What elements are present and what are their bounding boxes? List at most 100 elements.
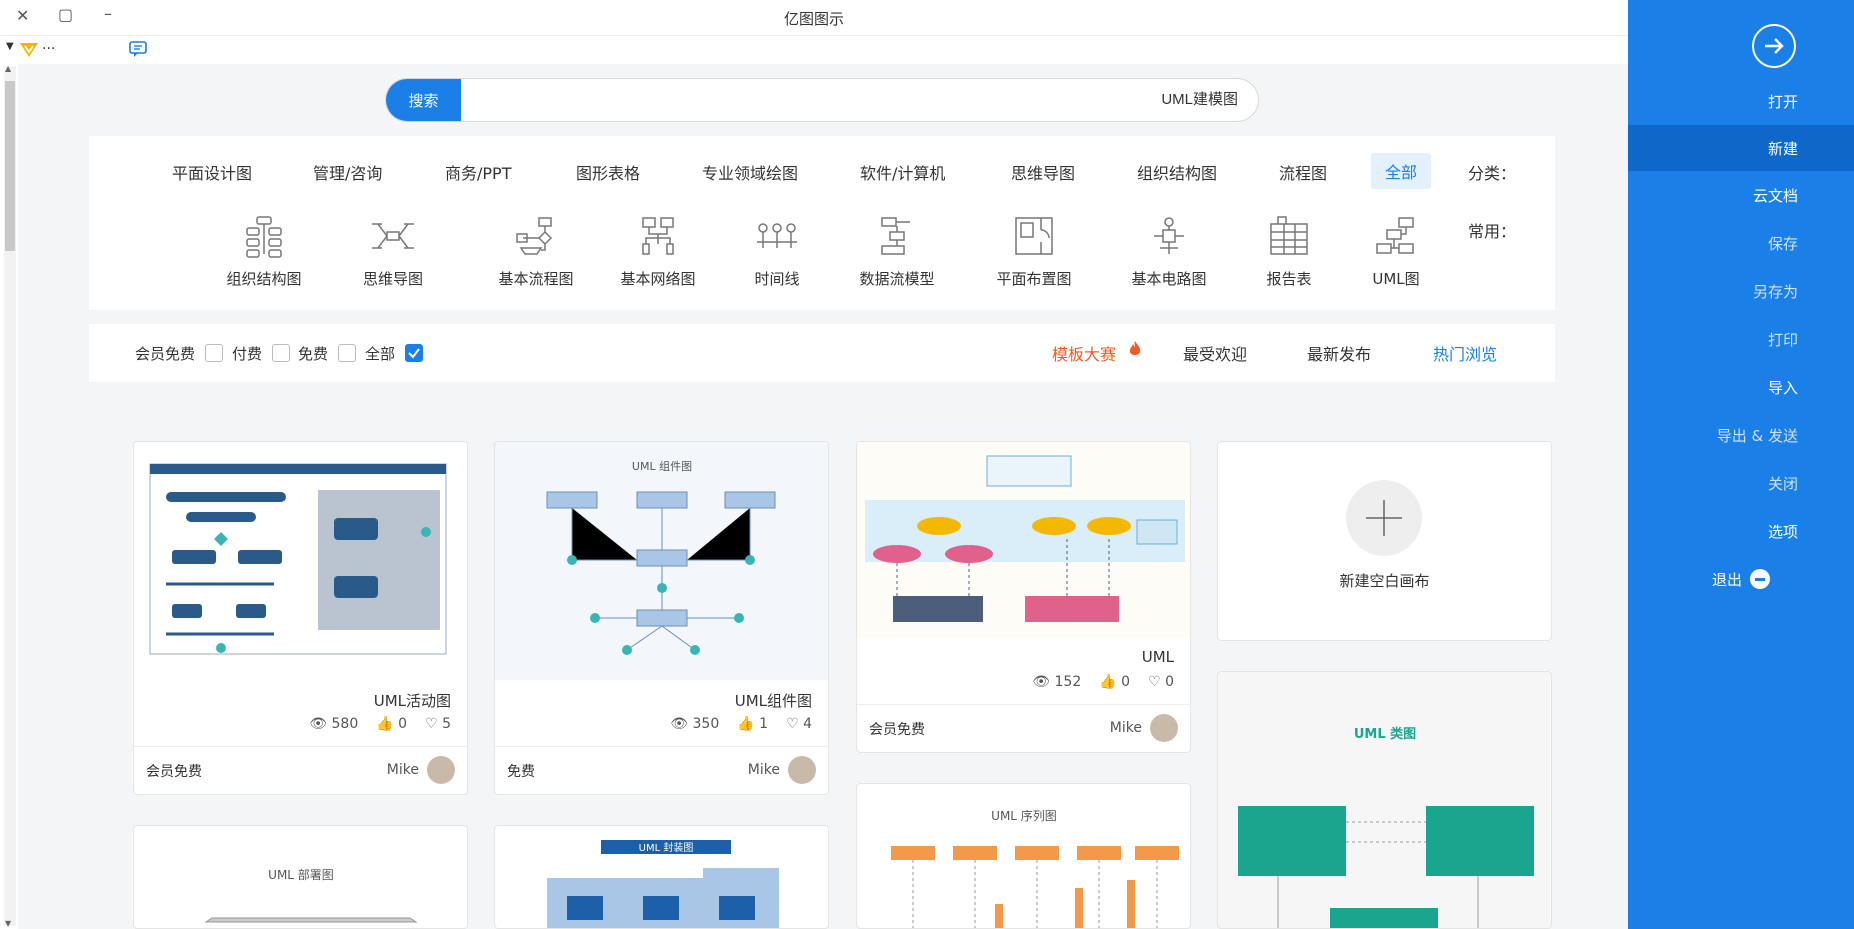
filter-paid-checkbox[interactable] (272, 344, 290, 362)
sidebar-item-cloud[interactable]: 云文档 (1628, 172, 1854, 218)
category-graphic-design[interactable]: 平面设计图 (172, 160, 252, 184)
template-floorplan[interactable]: 平面布置图 (974, 212, 1094, 289)
card-title: UML活动图 (373, 692, 451, 710)
sidebar-item-export[interactable]: 导出 & 发送 (1628, 412, 1854, 458)
favorite-count[interactable]: ♡ 4 (786, 716, 812, 732)
report-table-icon (1229, 212, 1349, 260)
template-label: 平面布置图 (996, 270, 1072, 288)
category-professional[interactable]: 专业领域绘图 (702, 160, 798, 184)
sidebar-item-import[interactable]: 导入 (1628, 364, 1854, 410)
scroll-up-icon[interactable]: ▲ (5, 64, 11, 73)
template-orgchart[interactable]: 组织结构图 (204, 212, 324, 289)
sidebar-item-new[interactable]: 新建 (1628, 125, 1854, 171)
favorite-count[interactable]: ♡ 5 (425, 716, 451, 732)
category-graphic-table[interactable]: 图形表格 (576, 160, 640, 184)
template-card-class[interactable]: UML 类图 (1217, 671, 1552, 929)
more-label[interactable]: ... (42, 37, 55, 53)
vertical-scrollbar[interactable]: ▲ ▼ (4, 64, 16, 928)
scroll-down-icon[interactable]: ▼ (5, 919, 11, 928)
template-circuit[interactable]: 基本电路图 (1109, 212, 1229, 289)
sidebar-item-options[interactable]: 选项 (1628, 508, 1854, 554)
card-thumbnail: UML 组件图 (495, 442, 828, 680)
card-title: UML (1141, 648, 1174, 666)
template-timeline[interactable]: 时间线 (717, 212, 837, 289)
heart-icon: ♡ (1148, 674, 1161, 690)
template-card-sequence[interactable]: UML 序列图 (856, 783, 1191, 929)
tab-contest[interactable]: 模板大赛 (1052, 341, 1116, 365)
template-card-package[interactable]: UML 封装图 (494, 825, 829, 929)
template-label: 数据流模型 (859, 270, 935, 288)
category-all[interactable]: 全部 (1371, 153, 1432, 189)
category-org-chart[interactable]: 组织结构图 (1137, 160, 1217, 184)
favorite-count[interactable]: ♡ 0 (1148, 674, 1174, 690)
filter-free-checkbox[interactable] (338, 344, 356, 362)
thumbs-up-icon: 👍 (737, 716, 755, 732)
eye-icon: 👁 (1032, 674, 1051, 690)
like-count[interactable]: 👍 1 (737, 716, 768, 732)
template-card-deployment[interactable]: UML 部署图 (133, 825, 468, 929)
thumb-title: UML 封装图 (639, 841, 694, 854)
title-bar: ✕ ▢ – 亿图图示 (0, 0, 1628, 36)
price-badge: 会员免费 (146, 764, 202, 780)
circuit-icon (1109, 212, 1229, 260)
orgchart-icon (204, 212, 324, 260)
scrollbar-thumb[interactable] (5, 81, 15, 251)
like-count[interactable]: 👍 0 (1099, 674, 1130, 690)
sidebar-item-exit[interactable]: 退出 (1628, 556, 1854, 602)
message-icon[interactable] (128, 40, 148, 62)
card-footer: Mike 免费 (495, 746, 828, 792)
filter-all-checkbox[interactable] (405, 344, 423, 362)
new-blank-canvas-card[interactable]: 新建空白画布 (1217, 441, 1552, 641)
tab-popular[interactable]: 最受欢迎 (1183, 341, 1247, 365)
new-canvas-label: 新建空白画布 (1339, 572, 1430, 590)
category-software[interactable]: 软件/计算机 (860, 160, 945, 184)
template-label: 报告表 (1266, 270, 1312, 288)
common-label: 常用： (1468, 222, 1517, 241)
sidebar-item-close[interactable]: 关闭 (1628, 460, 1854, 506)
filter-member-label: 会员免费 (135, 345, 196, 363)
template-dataflow[interactable]: 数据流模型 (837, 212, 957, 289)
author[interactable]: Mike (1110, 714, 1178, 742)
sidebar-item-print[interactable]: 打印 (1628, 316, 1854, 362)
category-management[interactable]: 管理/咨询 (313, 160, 382, 184)
card-stats: 👁 580 👍 0 ♡ 5 (309, 716, 451, 732)
author[interactable]: Mike (387, 756, 455, 784)
category-mind-map[interactable]: 思维导图 (1011, 160, 1075, 184)
card-thumbnail (857, 442, 1190, 638)
search-input[interactable] (540, 89, 1240, 108)
vip-icon[interactable] (18, 38, 40, 64)
template-card-component[interactable]: UML 组件图 UML组件图 👁 350 👍 1 ♡ 4 Mike 免费 (494, 441, 829, 795)
plus-icon (1346, 480, 1422, 556)
thumbs-up-icon: 👍 (376, 716, 394, 732)
back-arrow-icon[interactable] (1752, 24, 1796, 68)
filter-member-checkbox[interactable] (205, 344, 223, 362)
thumb-title: UML 组件图 (632, 459, 692, 473)
template-report[interactable]: 报告表 (1229, 212, 1349, 289)
template-mindmap[interactable]: 思维导图 (333, 212, 453, 289)
view-count: 👁 152 (1032, 674, 1082, 690)
exit-label: 退出 (1711, 570, 1742, 589)
template-uml[interactable]: UML图 (1336, 212, 1456, 289)
author[interactable]: Mike (748, 756, 816, 784)
thumb-title: UML 序列图 (991, 808, 1057, 823)
template-card-uml[interactable]: UML 👁 152 👍 0 ♡ 0 Mike 会员免费 (856, 441, 1191, 753)
price-badge: 免费 (507, 764, 535, 780)
category-business-ppt[interactable]: 商务/PPT (445, 160, 511, 184)
template-flowchart[interactable]: 基本流程图 (476, 212, 596, 289)
category-flowchart[interactable]: 流程图 (1279, 160, 1327, 184)
eye-icon: 👁 (670, 716, 689, 732)
filter-paid-label: 付费 (232, 345, 263, 363)
template-label: 思维导图 (362, 270, 423, 288)
sidebar-item-save-as[interactable]: 另存为 (1628, 268, 1854, 314)
template-network[interactable]: 基本网络图 (598, 212, 718, 289)
tab-latest[interactable]: 最新发布 (1307, 341, 1371, 365)
sidebar-item-save[interactable]: 保存 (1628, 220, 1854, 266)
eye-icon: 👁 (309, 716, 328, 732)
dropdown-icon[interactable]: ▼ (6, 41, 14, 52)
tab-hot[interactable]: 热门浏览 (1433, 341, 1497, 365)
sidebar-item-open[interactable]: 打开 (1628, 78, 1854, 124)
template-card-activity[interactable]: UML活动图 👁 580 👍 0 ♡ 5 Mike 会员免费 (133, 441, 468, 795)
search-button[interactable]: 搜索 (386, 79, 461, 121)
like-count[interactable]: 👍 0 (376, 716, 407, 732)
card-footer: Mike 会员免费 (134, 746, 467, 792)
